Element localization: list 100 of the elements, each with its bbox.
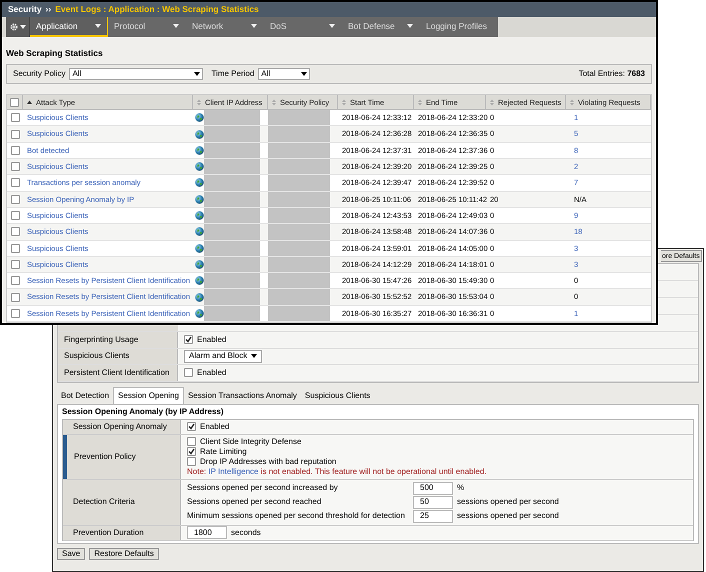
- globe-icon: [195, 292, 204, 302]
- globe-icon: [195, 178, 204, 188]
- criteria-label: Sessions opened per second reached: [187, 497, 322, 507]
- checkbox[interactable]: [10, 113, 20, 122]
- redacted-cell: [204, 240, 260, 256]
- unit-label: seconds: [231, 528, 261, 538]
- checkbox[interactable]: [10, 227, 20, 236]
- redacted-cell: [268, 192, 330, 207]
- total-entries: Total Entries: 7683: [578, 68, 645, 80]
- redacted-cell: [268, 289, 330, 305]
- form-button[interactable]: Restore Defaults: [89, 548, 159, 560]
- section-title: Session Opening Anomaly (by IP Address): [62, 406, 225, 416]
- redacted-cell: [204, 142, 260, 158]
- section-tab[interactable]: Session Opening: [113, 386, 184, 404]
- setting-label: Prevention Policy: [74, 452, 136, 462]
- checkbox[interactable]: [10, 211, 20, 220]
- checkbox[interactable]: [10, 292, 20, 302]
- checkbox-label: Client Side Integrity Defense: [200, 436, 302, 446]
- checkbox[interactable]: [10, 244, 20, 253]
- number-field[interactable]: 1800: [187, 526, 227, 539]
- criteria-label: Minimum sessions opened per second threshold for detection: [187, 511, 406, 521]
- setting-label: Session Opening Anomaly: [73, 422, 167, 432]
- nav-tab[interactable]: Network: [186, 17, 264, 38]
- breadcrumb-separator: ››: [46, 3, 52, 16]
- nav-tab[interactable]: Bot Defense: [342, 17, 420, 38]
- globe-icon: [195, 308, 204, 318]
- globe-icon: [195, 276, 204, 286]
- checkbox[interactable]: [10, 276, 20, 286]
- redacted-cell: [204, 126, 260, 142]
- globe-icon: [195, 227, 204, 236]
- globe-icon: [195, 260, 204, 269]
- page-title: Web Scraping Statistics: [6, 47, 104, 60]
- checkbox[interactable]: [10, 194, 20, 204]
- breadcrumb-path: Event Logs : Application : Web Scraping Statistics: [55, 3, 259, 16]
- settings-menu[interactable]: [6, 17, 30, 38]
- checkbox[interactable]: [10, 308, 20, 318]
- filter-select[interactable]: All: [69, 68, 204, 80]
- checkbox-label: Enabled: [197, 334, 226, 345]
- redacted-cell: [204, 192, 260, 207]
- nav-tab[interactable]: Protocol: [108, 17, 186, 38]
- globe-icon: [195, 162, 204, 172]
- section-tab[interactable]: Session Transactions Anomaly: [184, 388, 301, 404]
- section-tab[interactable]: Bot Detection: [57, 388, 114, 404]
- unit-label: %: [457, 483, 464, 493]
- checkbox[interactable]: [187, 447, 196, 456]
- globe-icon: [195, 211, 204, 220]
- checkbox[interactable]: [184, 335, 193, 344]
- ip-intelligence-link[interactable]: IP Intelligence: [208, 466, 258, 476]
- checkbox[interactable]: [10, 98, 19, 107]
- checkbox-label: Enabled: [197, 368, 226, 378]
- redacted-cell: [268, 126, 330, 142]
- number-field[interactable]: 50: [413, 496, 453, 508]
- checkbox-label: Enabled: [200, 422, 230, 432]
- checkbox[interactable]: [10, 178, 20, 188]
- globe-icon: [195, 194, 204, 204]
- redacted-cell: [268, 240, 330, 256]
- unit-label: sessions opened per second: [457, 497, 559, 507]
- checkbox[interactable]: [187, 422, 196, 431]
- caret-icon: [194, 72, 200, 76]
- nav-tab[interactable]: Logging Profiles: [420, 17, 498, 38]
- setting-label: Prevention Duration: [73, 528, 144, 538]
- checkbox[interactable]: [184, 368, 193, 378]
- redacted-cell: [204, 159, 260, 174]
- dropdown[interactable]: Alarm and Block: [184, 350, 262, 363]
- globe-icon: [195, 146, 204, 155]
- globe-icon: [195, 244, 204, 253]
- filter-label: Security Policy: [13, 68, 66, 80]
- filter-select[interactable]: All: [258, 68, 310, 80]
- number-field[interactable]: 500: [413, 482, 453, 494]
- redacted-cell: [204, 289, 260, 305]
- redacted-cell: [268, 273, 330, 288]
- gear-icon: [10, 23, 18, 32]
- section-tab[interactable]: Suspicious Clients: [300, 388, 374, 404]
- setting-label: Detection Criteria: [73, 497, 135, 507]
- caret-icon: [301, 72, 308, 76]
- caret-icon: [20, 25, 26, 30]
- redacted-cell: [268, 175, 330, 191]
- checkbox[interactable]: [10, 130, 20, 139]
- checkbox-label: Rate Limiting: [200, 446, 247, 456]
- redacted-cell: [204, 256, 260, 272]
- checkbox[interactable]: [10, 162, 20, 172]
- checkbox[interactable]: [10, 260, 20, 269]
- nav-tab[interactable]: Application: [30, 17, 108, 38]
- checkbox[interactable]: [187, 457, 196, 466]
- redacted-cell: [268, 256, 330, 272]
- filter-label: Time Period: [211, 68, 254, 80]
- globe-icon: [195, 113, 204, 122]
- checkbox-label: Drop IP Addresses with bad reputation: [200, 456, 336, 466]
- checkbox[interactable]: [10, 146, 20, 155]
- redacted-cell: [268, 159, 330, 174]
- checkbox[interactable]: [187, 437, 196, 446]
- nav-tab[interactable]: DoS: [264, 17, 342, 38]
- redacted-cell: [204, 175, 260, 191]
- setting-label: Fingerprinting Usage: [64, 334, 138, 345]
- setting-label: Persistent Client Identification: [64, 368, 170, 378]
- breadcrumb-root[interactable]: Security: [8, 3, 42, 16]
- number-field[interactable]: 25: [413, 510, 453, 522]
- setting-label: Suspicious Clients: [64, 351, 130, 362]
- form-button[interactable]: Save: [57, 548, 86, 560]
- redacted-cell: [268, 224, 330, 240]
